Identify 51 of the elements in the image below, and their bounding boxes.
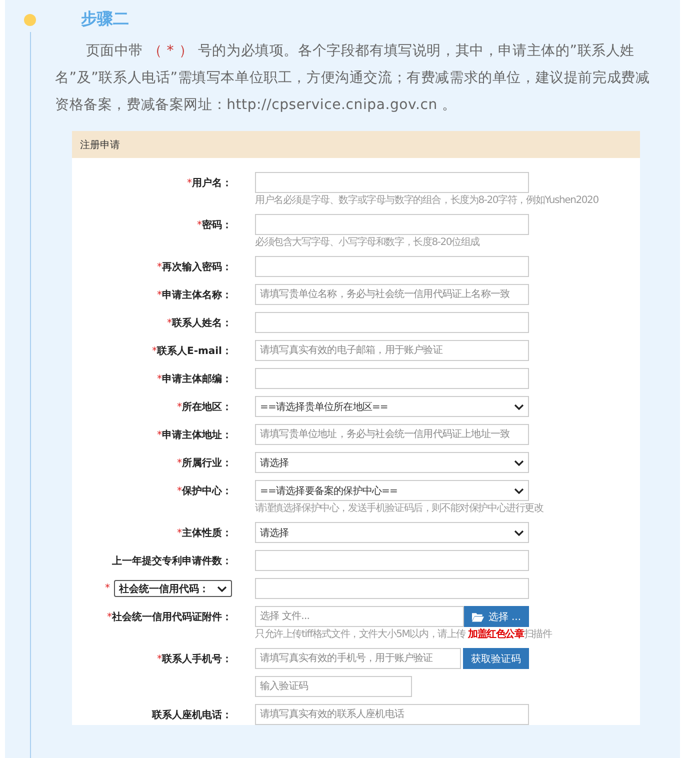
field-label: 联系人座机电话： [152, 708, 232, 722]
label-dropdown[interactable]: 社会统一信用代码： [114, 580, 232, 597]
input-field[interactable] [255, 368, 529, 389]
input-field[interactable]: 输入验证码 [255, 676, 412, 697]
intro-paragraph: 页面中带 （ * ） 号的为必填项。各个字段都有填写说明，其中，申请主体的”联系人姓名”及”联系人电话”需填写本单位职工，方便沟通交流；有费减需求的单位，建议提前完成费减资格备案，费减备案网址：http://cpservice.cnipa.gov.cn 。 [55, 42, 651, 115]
field-label: *社会统一信用代码证附件： [107, 610, 232, 624]
folder-icon [472, 612, 484, 622]
input-field[interactable]: 请填写真实有效的联系人座机电话 [255, 704, 529, 725]
dropdown[interactable]: ==请选择贵单位所在地区== [255, 396, 529, 417]
field-label: *联系人姓名： [167, 316, 232, 330]
dropdown[interactable]: ==请选择要备案的保护中心== [255, 480, 529, 501]
dropdown[interactable]: 请选择 [255, 522, 529, 543]
chevron-down-icon [514, 530, 524, 536]
field-label: *所在地区： [177, 400, 232, 414]
input-field[interactable] [255, 256, 529, 277]
chevron-down-icon [217, 586, 227, 592]
input-field[interactable] [255, 312, 529, 333]
required-mark: * [105, 583, 110, 594]
field-label: *联系人E-mail： [152, 344, 232, 358]
input-field[interactable]: 请填写贵单位地址，务必与社会统一信用代码证上地址一致 [255, 424, 529, 445]
field-label: *用户名： [187, 176, 232, 190]
field-label: *再次输入密码： [157, 260, 232, 274]
field-label: *申请主体名称： [157, 288, 232, 302]
step-title: 步骤二 [81, 9, 130, 30]
browse-button[interactable]: 选择 ... [464, 606, 529, 627]
input-field[interactable] [255, 214, 529, 235]
field-label: *保护中心： [177, 484, 232, 498]
field-hint: 必须包含大写字母、小写字母和数字，长度8-20位组成 [255, 237, 480, 249]
timeline-dot [24, 14, 36, 26]
input-field[interactable]: 请填写真实有效的电子邮箱，用于账户验证 [255, 340, 529, 361]
input-field[interactable] [255, 550, 529, 571]
input-field[interactable] [255, 578, 529, 599]
field-label: *主体性质： [177, 526, 232, 540]
field-hint: 请谨慎选择保护中心，发送手机验证码后，则不能对保护中心进行更改 [255, 503, 544, 515]
field-label: *密码： [197, 218, 232, 232]
form-title: 注册申请 [80, 138, 120, 152]
field-label: *联系人手机号： [157, 652, 232, 666]
get-code-button[interactable]: 获取验证码 [463, 648, 529, 669]
field-hint: 只允许上传tiff格式文件，文件大小5M以内，请上传 加盖红色公章扫描件 [255, 629, 554, 641]
chevron-down-icon [514, 488, 524, 494]
field-label: *申请主体地址： [157, 428, 232, 442]
chevron-down-icon [514, 460, 524, 466]
input-field[interactable] [255, 172, 529, 193]
field-label: *所属行业： [177, 456, 232, 470]
field-label: 上一年提交专利申请件数： [112, 554, 232, 568]
input-field[interactable]: 请填写贵单位名称，务必与社会统一信用代码证上名称一致 [255, 284, 529, 305]
phone-field[interactable]: 请填写真实有效的手机号，用于账户验证 [255, 648, 461, 669]
field-label: *申请主体邮编： [157, 372, 232, 386]
file-field[interactable]: 选择 文件... [255, 606, 464, 627]
chevron-down-icon [514, 404, 524, 410]
dropdown[interactable]: 请选择 [255, 452, 529, 473]
